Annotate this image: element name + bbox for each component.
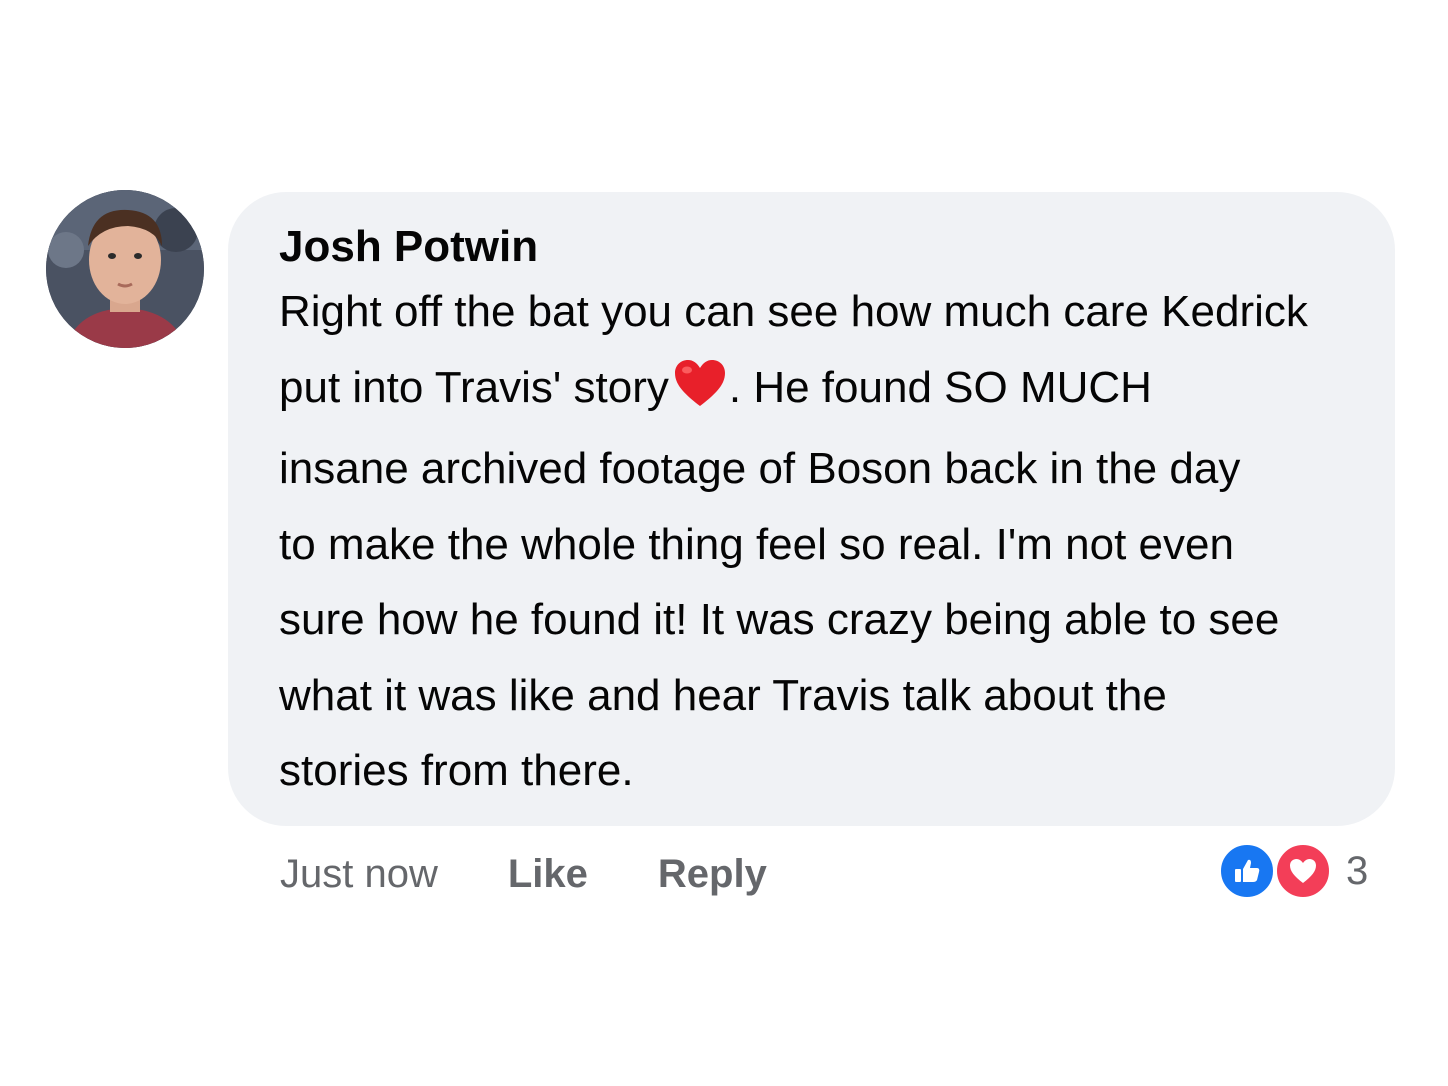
comment-line: insane archived footage of Boson back in…	[279, 444, 1241, 493]
comment-container: Josh Potwin Right off the bat you can se…	[0, 0, 1448, 1086]
red-heart-icon	[673, 356, 727, 432]
reactions-summary[interactable]: 3	[1218, 842, 1368, 900]
comment-line: to make the whole thing feel so real. I'…	[279, 519, 1234, 569]
like-button[interactable]: Like	[508, 852, 588, 897]
avatar[interactable]	[46, 190, 204, 348]
comment-bubble: Josh Potwin Right off the bat you can se…	[228, 192, 1395, 826]
reaction-count: 3	[1346, 848, 1369, 893]
comment-body: Right off the bat you can see how much c…	[279, 274, 1365, 809]
heart-reaction-icon	[1274, 842, 1332, 900]
comment-timestamp[interactable]: Just now	[280, 852, 438, 897]
comment-line: Right off the bat you can see how much c…	[279, 287, 1308, 336]
comment-line-part: put into Travis' story	[279, 362, 669, 412]
comment-line: sure how he found it! It was crazy being…	[279, 595, 1280, 644]
comment-line: stories from there.	[279, 746, 634, 795]
thumbs-up-icon	[1218, 842, 1276, 900]
reply-button[interactable]: Reply	[658, 852, 767, 897]
comment-line-part: . He found SO MUCH	[728, 362, 1152, 412]
comment-line: what it was like and hear Travis talk ab…	[279, 670, 1167, 720]
avatar-image	[46, 190, 204, 348]
comment-actions: Just now Like Reply	[280, 846, 837, 902]
comment-line-with-emoji: put into Travis' story . He found SO MUCH	[279, 350, 1365, 432]
comment-author[interactable]: Josh Potwin	[279, 220, 1365, 274]
